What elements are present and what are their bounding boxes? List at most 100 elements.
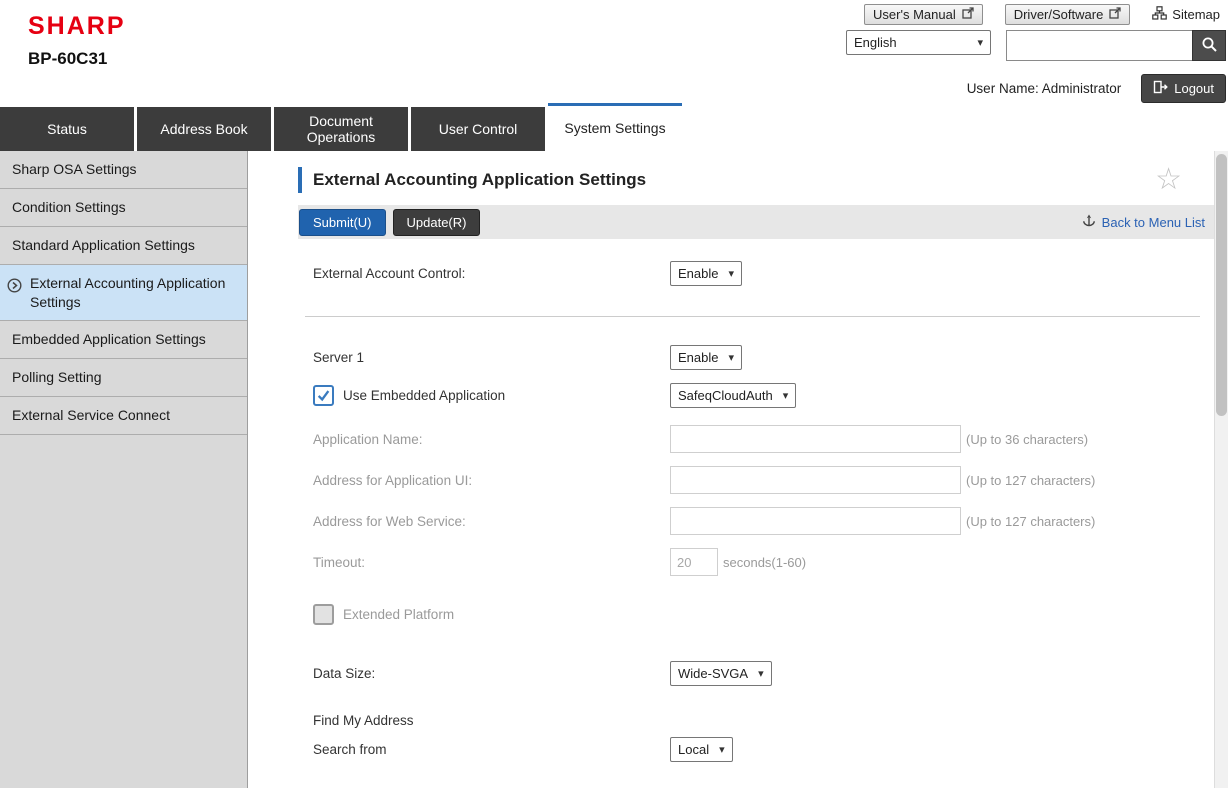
search-input[interactable] <box>1006 30 1192 61</box>
address-web-service-label: Address for Web Service: <box>313 514 670 529</box>
account-control-select[interactable]: Enable ▾ <box>670 261 742 286</box>
tab-user-control[interactable]: User Control <box>411 107 545 151</box>
external-link-icon <box>962 7 974 22</box>
form-row-use-embedded: Use Embedded Application SafeqCloudAuth … <box>298 383 1214 408</box>
chevron-down-icon: ▾ <box>783 389 789 402</box>
extended-platform-checkbox[interactable] <box>313 604 334 625</box>
application-name-input[interactable] <box>670 425 961 453</box>
address-ui-input[interactable] <box>670 466 961 494</box>
application-name-hint: (Up to 36 characters) <box>966 432 1088 447</box>
sidebar-item-label: External Service Connect <box>12 407 170 423</box>
section-divider <box>305 316 1200 317</box>
sidebar-item-polling-setting[interactable]: Polling Setting <box>0 359 247 397</box>
favorite-star-icon[interactable]: ☆ <box>1155 165 1182 195</box>
sidebar-item-standard-application-settings[interactable]: Standard Application Settings <box>0 227 247 265</box>
server1-select[interactable]: Enable ▾ <box>670 345 742 370</box>
extended-platform-group: Extended Platform <box>313 604 670 625</box>
data-size-label: Data Size: <box>313 666 670 681</box>
sidebar-item-condition-settings[interactable]: Condition Settings <box>0 189 247 227</box>
page: SHARP BP-60C31 User's Manual Driver/Soft… <box>0 0 1228 788</box>
back-to-menu-link[interactable]: Back to Menu List <box>1081 213 1205 232</box>
settings-form: External Account Control: Enable ▾ Serve… <box>298 239 1214 762</box>
form-row-timeout: Timeout: seconds(1-60) <box>298 548 1214 576</box>
tab-user-control-label: User Control <box>439 121 518 137</box>
users-manual-label: User's Manual <box>873 7 956 22</box>
form-row-search-from: Search from Local ▾ <box>298 737 1214 762</box>
header-user-row: User Name: Administrator Logout <box>967 74 1226 103</box>
data-size-select[interactable]: Wide-SVGA ▾ <box>670 661 772 686</box>
search-icon <box>1201 36 1218 56</box>
users-manual-button[interactable]: User's Manual <box>864 4 983 25</box>
submit-button[interactable]: Submit(U) <box>299 209 386 236</box>
logout-button[interactable]: Logout <box>1141 74 1226 103</box>
logout-label: Logout <box>1174 81 1214 96</box>
form-row-address-web-service: Address for Web Service: (Up to 127 char… <box>298 507 1214 535</box>
sidebar-item-label: Sharp OSA Settings <box>12 161 137 177</box>
search-from-value: Local <box>678 742 709 757</box>
embedded-app-select[interactable]: SafeqCloudAuth ▾ <box>670 383 796 408</box>
sidebar-item-label: Polling Setting <box>12 369 102 385</box>
user-name-label: User Name: Administrator <box>967 81 1122 96</box>
address-web-service-hint: (Up to 127 characters) <box>966 514 1095 529</box>
main-content: External Accounting Application Settings… <box>248 151 1214 788</box>
server1-label: Server 1 <box>313 350 670 365</box>
sidebar: Sharp OSA Settings Condition Settings St… <box>0 151 248 788</box>
header: SHARP BP-60C31 User's Manual Driver/Soft… <box>0 0 1228 105</box>
search-button[interactable] <box>1192 30 1226 61</box>
sidebar-item-external-service-connect[interactable]: External Service Connect <box>0 397 247 435</box>
driver-software-button[interactable]: Driver/Software <box>1005 4 1131 25</box>
timeout-label: Timeout: <box>313 555 670 570</box>
embedded-app-value: SafeqCloudAuth <box>678 388 773 403</box>
tab-document-operations-label: Document Operations <box>288 113 394 145</box>
language-select[interactable]: English ▾ <box>846 30 991 55</box>
chevron-down-icon: ▾ <box>719 743 725 756</box>
chevron-down-icon: ▾ <box>758 667 764 680</box>
sidebar-item-sharp-osa-settings[interactable]: Sharp OSA Settings <box>0 151 247 189</box>
chevron-down-icon: ▾ <box>728 351 734 364</box>
language-value: English <box>854 35 897 50</box>
tab-address-book-label: Address Book <box>160 121 247 137</box>
sitemap-link[interactable]: Sitemap <box>1152 6 1220 23</box>
form-row-application-name: Application Name: (Up to 36 characters) <box>298 425 1214 453</box>
sidebar-item-label: External Accounting Application Settings <box>30 275 225 310</box>
title-accent-bar <box>298 167 302 193</box>
address-ui-hint: (Up to 127 characters) <box>966 473 1095 488</box>
vertical-scrollbar[interactable] <box>1214 151 1228 788</box>
back-icon <box>1081 213 1097 232</box>
account-control-value: Enable <box>678 266 718 281</box>
search-from-select[interactable]: Local ▾ <box>670 737 733 762</box>
tab-system-settings[interactable]: System Settings <box>548 103 682 151</box>
sidebar-item-embedded-application-settings[interactable]: Embedded Application Settings <box>0 321 247 359</box>
title-row: External Accounting Application Settings… <box>298 165 1200 195</box>
tab-address-book[interactable]: Address Book <box>137 107 271 151</box>
data-size-value: Wide-SVGA <box>678 666 748 681</box>
use-embedded-checkbox[interactable] <box>313 385 334 406</box>
sharp-logo: SHARP <box>28 12 126 41</box>
find-my-address-label: Find My Address <box>298 713 1214 728</box>
account-control-label: External Account Control: <box>313 266 670 281</box>
form-row-server1: Server 1 Enable ▾ <box>298 345 1214 370</box>
header-links-row: User's Manual Driver/Software Sitemap <box>864 4 1220 25</box>
header-search-row: English ▾ <box>846 30 1226 61</box>
use-embedded-label-group: Use Embedded Application <box>313 385 670 406</box>
address-web-service-input[interactable] <box>670 507 961 535</box>
sidebar-item-label: Condition Settings <box>12 199 126 215</box>
application-name-label: Application Name: <box>313 432 670 447</box>
chevron-down-icon: ▾ <box>728 267 734 280</box>
search-group <box>1006 30 1226 61</box>
chevron-down-icon: ▾ <box>977 36 983 49</box>
update-button[interactable]: Update(R) <box>393 209 481 236</box>
use-embedded-label: Use Embedded Application <box>343 388 505 403</box>
form-row-account-control: External Account Control: Enable ▾ <box>298 261 1214 286</box>
tab-status[interactable]: Status <box>0 107 134 151</box>
tab-document-operations[interactable]: Document Operations <box>274 107 408 151</box>
form-row-data-size: Data Size: Wide-SVGA ▾ <box>298 661 1214 686</box>
timeout-hint: seconds(1-60) <box>723 555 806 570</box>
sidebar-item-label: Embedded Application Settings <box>12 331 206 347</box>
external-link-icon <box>1109 7 1121 22</box>
timeout-input[interactable] <box>670 548 718 576</box>
sidebar-item-label: Standard Application Settings <box>12 237 195 253</box>
search-from-label: Search from <box>313 742 670 757</box>
sidebar-item-external-accounting-application-settings[interactable]: External Accounting Application Settings <box>0 265 247 322</box>
scrollbar-thumb[interactable] <box>1216 154 1227 416</box>
